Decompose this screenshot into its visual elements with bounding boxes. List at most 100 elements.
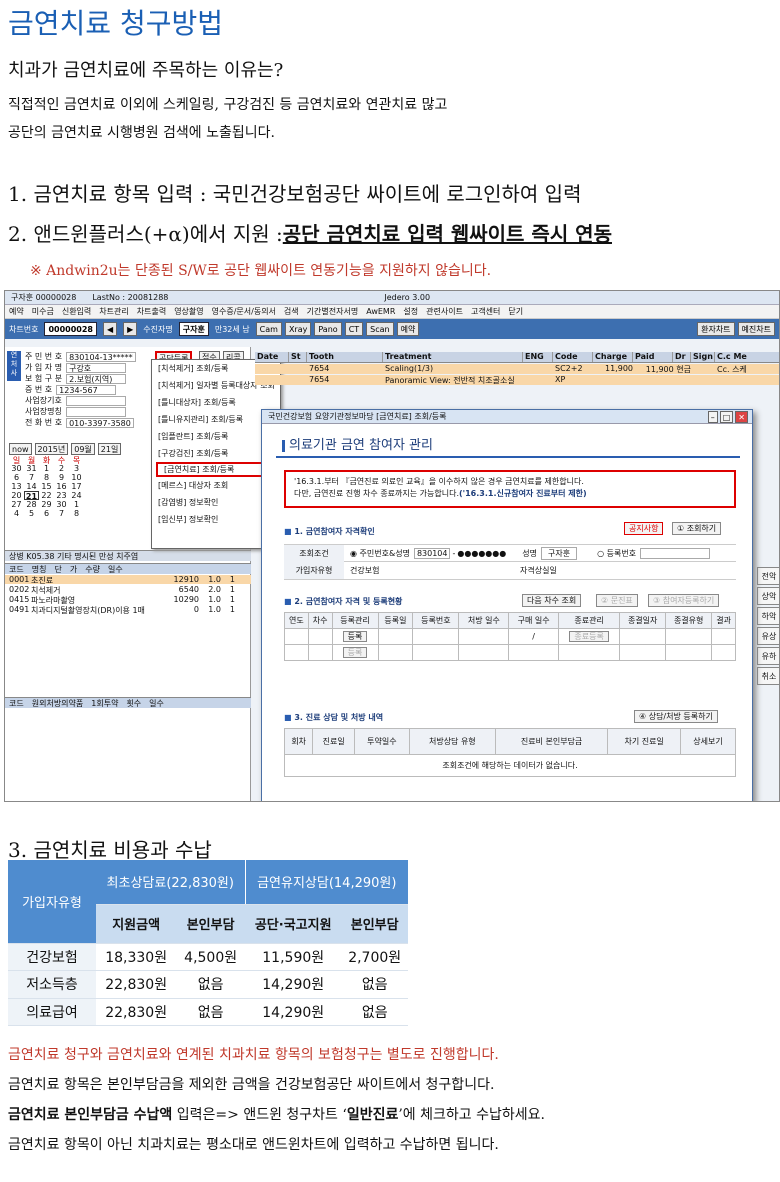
calendar-day[interactable]: 14 xyxy=(24,482,39,491)
next-round-button[interactable]: 다음 차수 조회 xyxy=(522,594,582,607)
tooth-range-button[interactable]: 하악 xyxy=(757,607,779,625)
calendar-day[interactable]: 4 xyxy=(9,509,24,518)
menu-item[interactable]: 차트출력 xyxy=(137,306,166,317)
menu-item[interactable]: 고객센터 xyxy=(471,306,500,317)
calendar-day[interactable]: 29 xyxy=(39,500,54,509)
next-button[interactable]: ▶ xyxy=(123,322,138,336)
chart-view-button[interactable]: 환자차트 xyxy=(697,322,735,336)
calendar-day[interactable]: 7 xyxy=(54,509,69,518)
code-row[interactable]: 0415 파노라마촬영 10290 1.0 1 xyxy=(5,595,251,605)
tooth-range-button[interactable]: 유상 xyxy=(757,627,779,645)
calendar-day[interactable]: 8 xyxy=(39,473,54,482)
end-register-button[interactable]: 종료등록 xyxy=(569,631,609,642)
year-select[interactable]: 2015년 xyxy=(34,443,69,455)
calendar-day[interactable]: 5 xyxy=(24,509,39,518)
tool-button[interactable]: CT xyxy=(344,322,364,336)
register-button[interactable]: 등록 xyxy=(342,631,368,642)
menu-item[interactable]: 미수금 xyxy=(32,306,54,317)
code-row[interactable]: 0202 치석제거 6540 2.0 1 xyxy=(5,585,251,595)
registration-cell: 종료등록 xyxy=(558,628,621,645)
calendar-day[interactable]: 1 xyxy=(39,464,54,473)
notice-button[interactable]: 공지사항 xyxy=(624,522,664,535)
chart-view-button[interactable]: 예진차트 xyxy=(737,322,775,336)
calendar-day[interactable]: 24 xyxy=(69,491,84,500)
calendar-day[interactable]: 27 xyxy=(9,500,24,509)
consult-register-button[interactable]: ④ 상담/처방 등록하기 xyxy=(634,710,718,723)
calendar-day[interactable]: 28 xyxy=(24,500,39,509)
name-input[interactable]: 구자훈 xyxy=(540,546,578,560)
calendar-day[interactable]: 6 xyxy=(9,473,24,482)
maximize-icon[interactable]: □ xyxy=(719,410,734,423)
grid-row[interactable]: 7654 Panoramic View: 전반적 치조골소실 XP xyxy=(255,375,779,385)
month-select[interactable]: 09월 xyxy=(71,443,95,455)
tooth-range-button[interactable]: 취소 xyxy=(757,667,779,685)
radio-rrn[interactable]: ◉ 주민번호&성명 xyxy=(350,548,410,559)
close-icon[interactable]: ✕ xyxy=(735,410,748,423)
tool-button[interactable]: Xray xyxy=(284,322,312,336)
tool-button[interactable]: Cam xyxy=(255,322,282,336)
patient-info-value[interactable]: 2.보험(지역) xyxy=(66,373,127,384)
radio-reg[interactable]: ○ 등록번호 xyxy=(597,548,636,559)
participant-register-button[interactable]: ③ 참여자등록하기 xyxy=(648,594,720,607)
code-row[interactable]: 0001 초진료 12910 1.0 1 xyxy=(5,575,251,585)
minimize-icon[interactable]: – xyxy=(707,410,718,423)
patient-info-value[interactable]: 010-3397-3580 xyxy=(66,417,134,428)
menu-item[interactable]: 영수증/문서/동의서 xyxy=(212,306,276,317)
calendar-day[interactable]: 2 xyxy=(54,464,69,473)
calendar-day[interactable]: 22 xyxy=(39,491,54,500)
prev-button[interactable]: ◀ xyxy=(102,322,118,336)
code-row[interactable]: 0491 치과디지털촬영장치(DR)이용 1매 0 1.0 1 xyxy=(5,605,251,615)
chart-no-field[interactable]: 00000028 xyxy=(44,322,97,336)
calendar-day[interactable]: 31 xyxy=(24,464,39,473)
register-button[interactable]: 등록 xyxy=(342,647,368,658)
calendar-day[interactable]: 21 xyxy=(24,491,39,501)
menu-item[interactable]: 검색 xyxy=(284,306,299,317)
menu-item[interactable]: 설정 xyxy=(403,306,418,317)
menu-item[interactable]: 신환입력 xyxy=(62,306,91,317)
calendar-day[interactable]: 8 xyxy=(69,509,84,518)
tool-button[interactable]: 예약 xyxy=(396,322,420,336)
calendar-day[interactable]: 30 xyxy=(9,464,24,473)
patient-name-field[interactable]: 구자훈 xyxy=(178,322,209,336)
tooth-range-button[interactable]: 유하 xyxy=(757,647,779,665)
tool-button[interactable]: Scan xyxy=(366,322,394,336)
menu-item[interactable]: 차트관리 xyxy=(99,306,128,317)
patient-info-value[interactable] xyxy=(65,395,126,406)
lookup-button[interactable]: ① 조회하기 xyxy=(672,522,722,535)
menu-item[interactable]: 관련사이트 xyxy=(426,306,463,317)
calendar-day[interactable]: 9 xyxy=(54,473,69,482)
calendar-day[interactable]: 13 xyxy=(9,482,24,491)
calendar-day[interactable]: 1 xyxy=(69,500,84,509)
popup-menu-item[interactable]: [금연치료] 조회/등록 xyxy=(156,462,276,477)
rrn-back-input[interactable]: ●●●●●●● xyxy=(457,549,506,558)
calendar-day[interactable]: 10 xyxy=(69,473,84,482)
menu-item[interactable]: 예약 xyxy=(9,306,24,317)
calendar-day[interactable]: 23 xyxy=(54,491,69,500)
calendar-day[interactable]: 30 xyxy=(54,500,69,509)
calendar-day[interactable]: 6 xyxy=(39,509,54,518)
patient-info-label: 보 험 구 분 xyxy=(25,374,63,383)
calendar-day[interactable]: 15 xyxy=(39,482,54,491)
day-select[interactable]: 21일 xyxy=(97,443,122,455)
rrn-front-input[interactable]: 830104 xyxy=(413,547,451,559)
questionnaire-button[interactable]: ② 문진표 xyxy=(596,594,638,607)
patient-info-value[interactable]: 1234-567 xyxy=(56,384,117,395)
patient-info-value[interactable] xyxy=(65,406,126,417)
menu-item[interactable]: 영상촬영 xyxy=(174,306,203,317)
calendar-day[interactable]: 20 xyxy=(9,491,24,500)
calendar-day[interactable]: 7 xyxy=(24,473,39,482)
reg-no-input[interactable] xyxy=(640,547,711,559)
menu-item[interactable]: 기간별전자서명 xyxy=(307,306,359,317)
menu-item[interactable]: 닫기 xyxy=(508,306,523,317)
tool-button[interactable]: Pano xyxy=(314,322,342,336)
grid-row[interactable]: 7654 Scaling(1/3) SC2+2 11,900 11,900 현금 Cc. … xyxy=(255,364,779,374)
calendar-day[interactable]: 17 xyxy=(69,482,84,491)
calendar-day[interactable]: 16 xyxy=(54,482,69,491)
calendar-day[interactable]: 3 xyxy=(69,464,84,473)
tooth-range-button[interactable]: 전악 xyxy=(757,567,779,585)
patient-info-value[interactable]: 구강호 xyxy=(66,362,127,373)
patient-info-value[interactable]: 830104-13***** xyxy=(66,351,136,362)
now-button[interactable]: now xyxy=(9,443,32,455)
menu-item[interactable]: AwEMR xyxy=(366,307,395,316)
tooth-range-button[interactable]: 상악 xyxy=(757,587,779,605)
